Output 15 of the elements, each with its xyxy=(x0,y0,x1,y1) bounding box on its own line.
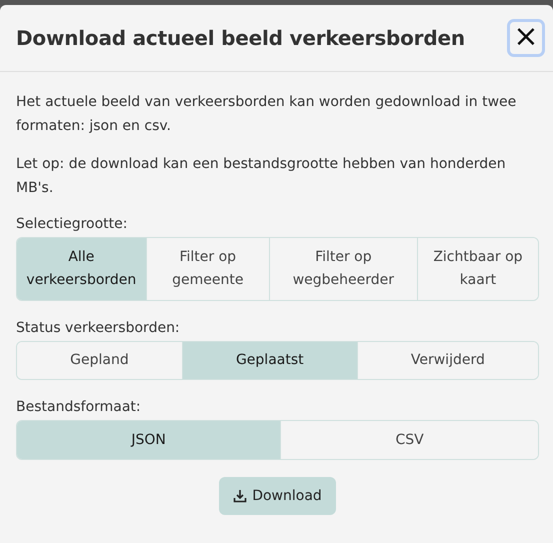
option-button[interactable]: Zichtbaar op kaart xyxy=(416,238,538,300)
group-label: Status verkeersborden: xyxy=(16,320,181,336)
option-button[interactable]: JSON xyxy=(17,421,280,459)
option-button[interactable]: Verwijderd xyxy=(356,342,538,379)
option-button[interactable]: CSV xyxy=(280,421,538,459)
group-label: Bestandsformaat: xyxy=(16,399,142,415)
download-button[interactable]: Download xyxy=(219,477,336,515)
dialog-title: Download actueel beeld verkeersborden xyxy=(16,26,465,50)
close-button[interactable]: × xyxy=(507,19,545,57)
option-button[interactable]: Geplaatst xyxy=(182,342,357,379)
info-text: Let op: de download kan een bestandsgrootte hebben van honderden MB's. xyxy=(16,155,507,198)
info-text: Het actuele beeld van verkeersborden kan worden gedownload in twee formaten: json en csv. xyxy=(16,93,518,136)
option-button[interactable]: Alle verkeersborden xyxy=(17,238,146,300)
group-label: Selectiegrootte: xyxy=(16,216,128,232)
download-icon xyxy=(233,489,248,503)
